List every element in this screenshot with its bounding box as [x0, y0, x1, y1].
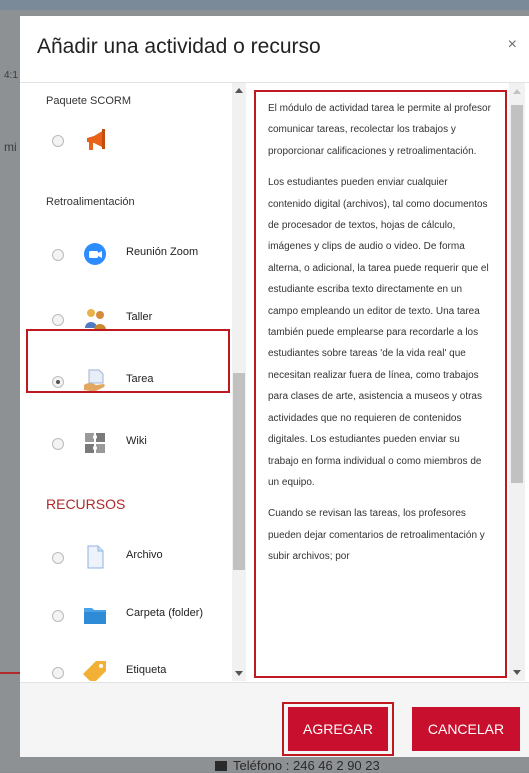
assignment-hand-icon — [82, 368, 108, 394]
file-icon — [82, 544, 108, 570]
background-text: mi — [4, 140, 17, 154]
item-label: Etiqueta — [126, 664, 167, 676]
list-item-workshop[interactable]: Taller — [20, 295, 230, 347]
section-label-scorm: Paquete SCORM — [46, 95, 131, 107]
list-item-zoom-meeting[interactable]: Reunión Zoom — [20, 230, 230, 282]
phone-icon — [215, 761, 227, 771]
description-paragraph: El módulo de actividad tarea le permite … — [268, 103, 491, 157]
background-time-text: 4:1 — [4, 70, 18, 81]
list-item-wiki[interactable]: Wiki — [20, 419, 230, 471]
modal-title: Añadir una actividad o recurso — [37, 35, 321, 58]
description-paragraph: Cuando se revisan las tareas, los profes… — [268, 508, 485, 563]
add-activity-modal: Añadir una actividad o recurso × Paquete… — [20, 16, 529, 757]
list-scrollbar[interactable] — [232, 83, 246, 681]
background-phone: Teléfono : 246 46 2 90 23 — [215, 758, 380, 773]
item-radio[interactable] — [52, 667, 64, 679]
item-label: Carpeta (folder) — [126, 607, 204, 619]
wiki-puzzle-icon — [82, 430, 108, 456]
background-divider — [0, 672, 22, 674]
workshop-people-icon — [82, 306, 108, 332]
background-topbar — [0, 0, 529, 10]
scroll-down-arrow-icon[interactable] — [513, 670, 521, 675]
item-radio[interactable] — [52, 135, 64, 147]
modal-footer: AGREGAR CANCELAR — [20, 682, 529, 757]
activity-description: El módulo de actividad tarea le permite … — [254, 90, 507, 678]
close-icon[interactable]: × — [508, 36, 517, 54]
scroll-up-arrow-icon[interactable] — [235, 88, 243, 93]
item-label: Taller — [126, 311, 153, 323]
item-radio[interactable] — [52, 249, 64, 261]
scroll-down-arrow-icon[interactable] — [235, 671, 243, 676]
item-radio[interactable] — [52, 438, 64, 450]
cancel-button[interactable]: CANCELAR — [412, 707, 520, 751]
list-item-file[interactable]: Archivo — [20, 533, 230, 585]
modal-header: Añadir una actividad o recurso × — [20, 16, 529, 83]
scroll-up-arrow-icon[interactable] — [513, 89, 521, 94]
list-item-assignment[interactable]: Tarea — [20, 357, 230, 409]
scroll-thumb[interactable] — [233, 373, 245, 570]
zoom-camera-icon — [82, 241, 108, 267]
description-paragraph: Los estudiantes pueden enviar cualquier … — [268, 177, 489, 488]
item-radio[interactable] — [52, 552, 64, 564]
item-radio-selected[interactable] — [52, 376, 64, 388]
background-phone-text: Teléfono : 246 46 2 90 23 — [233, 758, 380, 773]
description-scrollbar[interactable] — [509, 83, 525, 681]
item-label: Wiki — [126, 435, 147, 447]
scroll-thumb[interactable] — [511, 105, 523, 483]
label-tag-icon — [82, 659, 108, 681]
item-label: Archivo — [126, 549, 163, 561]
list-item-folder[interactable]: Carpeta (folder) — [20, 591, 230, 643]
activity-list[interactable]: Paquete SCORM Retroalimentación Reunión … — [20, 83, 240, 681]
item-label: Tarea — [126, 373, 154, 385]
item-radio[interactable] — [52, 610, 64, 622]
folder-icon — [82, 602, 108, 628]
list-item-label[interactable]: Etiqueta — [20, 648, 230, 681]
list-item-megaphone[interactable] — [20, 116, 230, 168]
section-label-feedback: Retroalimentación — [46, 196, 135, 208]
megaphone-icon — [82, 127, 108, 153]
item-label: Reunión Zoom — [126, 246, 199, 258]
section-title-resources: RECURSOS — [46, 496, 126, 512]
add-button[interactable]: AGREGAR — [288, 707, 388, 751]
item-radio[interactable] — [52, 314, 64, 326]
